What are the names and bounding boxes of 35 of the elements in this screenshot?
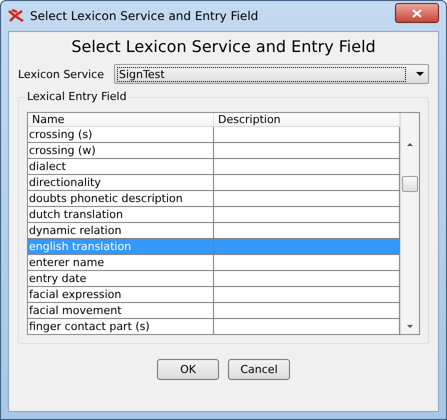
- table-row[interactable]: dialect: [28, 159, 400, 175]
- table-cell: crossing (w): [28, 143, 214, 159]
- table-cell: dialect: [28, 159, 214, 175]
- dialog-button[interactable]: OK: [157, 359, 219, 380]
- table-cell: enterer name: [28, 255, 214, 271]
- lexicon-service-dropdown[interactable]: SignTest: [114, 64, 429, 84]
- dialog-heading: Select Lexicon Service and Entry Field: [70, 37, 377, 56]
- caret-icon: [416, 72, 424, 76]
- close-button[interactable]: [395, 3, 439, 23]
- table-row[interactable]: directionality: [28, 175, 400, 191]
- field-label: Lexicon Service: [18, 68, 104, 80]
- table-cell: doubts phonetic description: [28, 191, 214, 207]
- table-cell: facial expression: [28, 287, 214, 303]
- table-cell: crossing (s): [28, 127, 214, 143]
- window-title: Select Lexicon Service and Entry Field: [30, 9, 260, 23]
- scrollbar[interactable]: [400, 113, 419, 334]
- app-icon: [8, 9, 24, 23]
- table-row[interactable]: facial movement: [28, 303, 400, 319]
- table-cell: finger contact part (s): [28, 319, 214, 334]
- column-header[interactable]: Name: [28, 113, 214, 126]
- table-row[interactable]: entry date: [28, 271, 400, 287]
- table-row[interactable]: crossing (w): [28, 143, 400, 159]
- table-cell: english translation: [28, 239, 214, 255]
- dialog-button[interactable]: Cancel: [228, 359, 290, 380]
- table-row[interactable]: dutch translation: [28, 207, 400, 223]
- group-title: Lexical Entry Field: [25, 90, 129, 103]
- table-cell: dutch translation: [28, 207, 214, 223]
- table-row[interactable]: doubts phonetic description: [28, 191, 400, 207]
- table-row[interactable]: enterer name: [28, 255, 400, 271]
- table-cell: directionality: [28, 175, 214, 191]
- table-cell: entry date: [28, 271, 214, 287]
- table-cell: facial movement: [28, 303, 214, 319]
- close-icon: [412, 8, 422, 18]
- table-row[interactable]: facial expression: [28, 287, 400, 303]
- table-row[interactable]: crossing (s): [28, 127, 400, 143]
